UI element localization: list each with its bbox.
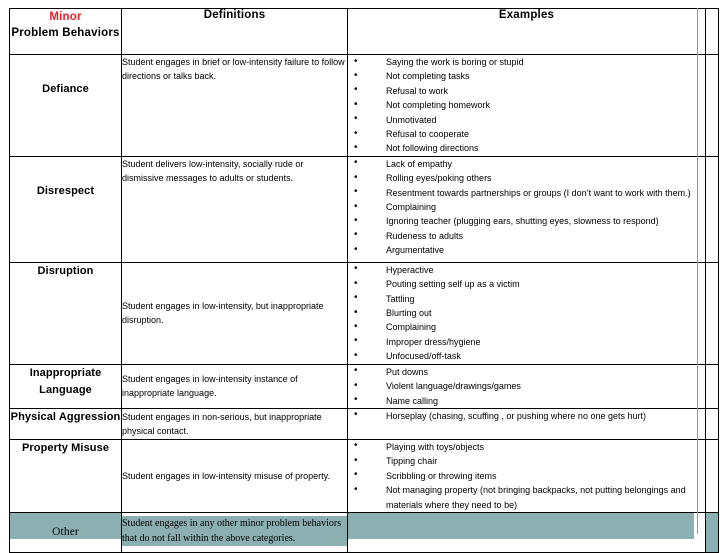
table-row: Defiance Student engages in brief or low…	[9, 54, 719, 157]
list-item: Blurting out	[348, 306, 705, 321]
table-row: Physical Aggression Student engages in n…	[9, 407, 719, 440]
behavior-label-physical-aggression: Physical Aggression	[9, 407, 122, 440]
list-item: Ignoring teacher (plugging ears, shuttin…	[348, 214, 705, 229]
list-item: Lack of empathy	[348, 156, 705, 171]
list-item: Hyperactive	[348, 262, 705, 277]
list-item: Playing with toys/objects	[348, 439, 705, 454]
list-item: Saying the work is boring or stupid	[348, 54, 705, 69]
tail-spacer	[705, 511, 719, 553]
list-item: Complaining	[348, 320, 705, 335]
examples-list: Lack of empathy Rolling eyes/poking othe…	[348, 156, 705, 258]
definition-physical-aggression: Student engages in non-serious, but inap…	[121, 407, 348, 440]
behavior-label-defiance: Defiance	[9, 54, 122, 157]
list-item: Unfocused/off-task	[348, 349, 705, 364]
list-item: Not completing homework	[348, 98, 705, 113]
examples-list: Horseplay (chasing, scuffing , or pushin…	[348, 408, 705, 423]
tail-spacer	[705, 438, 719, 513]
list-item: Resentment towards partnerships or group…	[348, 185, 705, 200]
tail-spacer	[705, 261, 719, 365]
list-item: Refusal to work	[348, 83, 705, 98]
table-body: Defiance Student engages in brief or low…	[9, 54, 719, 553]
definition-disrespect: Student delivers low-intensity, socially…	[121, 155, 348, 263]
table-header-row: Minor Problem Behaviors Definitions Exam…	[9, 8, 719, 55]
examples-disruption: Hyperactive Pouting setting self up as a…	[347, 261, 706, 365]
examples-property-misuse: Playing with toys/objects Tipping chair …	[347, 438, 706, 513]
list-item: Unmotivated	[348, 112, 705, 127]
examples-other	[347, 511, 706, 553]
header-tail-spacer	[705, 8, 719, 55]
list-item: Complaining	[348, 200, 705, 215]
header-problem-behaviors-label: Problem Behaviors	[11, 27, 120, 39]
tail-spacer	[705, 407, 719, 440]
examples-list: Hyperactive Pouting setting self up as a…	[348, 262, 705, 364]
list-item: Rudeness to adults	[348, 228, 705, 243]
behavior-label-disrespect: Disrespect	[9, 155, 122, 263]
list-item: Pouting setting self up as a victim	[348, 277, 705, 292]
header-minor-label: Minor	[49, 11, 82, 23]
examples-defiance: Saying the work is boring or stupid Not …	[347, 54, 706, 157]
examples-physical-aggression: Horseplay (chasing, scuffing , or pushin…	[347, 407, 706, 440]
tail-spacer	[705, 363, 719, 409]
tail-column-divider	[697, 8, 698, 534]
header-definitions: Definitions	[121, 8, 348, 55]
examples-list: Saying the work is boring or stupid Not …	[348, 54, 705, 156]
behavior-label-other: Other	[9, 511, 122, 553]
list-item: Scribbling or throwing items	[348, 468, 705, 483]
list-item: Refusal to cooperate	[348, 127, 705, 142]
list-item: Violent language/drawings/games	[348, 379, 705, 394]
list-item: Tipping chair	[348, 454, 705, 469]
list-item: Tattling	[348, 291, 705, 306]
table-row: Property Misuse Student engages in low-i…	[9, 438, 719, 513]
definition-defiance: Student engages in brief or low-intensit…	[121, 54, 348, 157]
table-row: Inappropriate Language Student engages i…	[9, 363, 719, 409]
tail-spacer	[705, 155, 719, 263]
highlight-band	[348, 512, 694, 539]
list-item: Not managing property (not bringing back…	[348, 483, 705, 512]
behavior-label-disruption: Disruption	[9, 261, 122, 365]
definition-other: Student engages in any other minor probl…	[121, 511, 348, 553]
table-row-other: Other Student engages in any other minor…	[9, 511, 719, 553]
behavior-label-other-text: Other	[52, 525, 79, 538]
list-item: Horseplay (chasing, scuffing , or pushin…	[348, 408, 705, 423]
list-item: Put downs	[348, 364, 705, 379]
table-row: Disruption Student engages in low-intens…	[9, 261, 719, 365]
list-item: Name calling	[348, 393, 705, 408]
header-examples: Examples	[347, 8, 706, 55]
list-item: Not completing tasks	[348, 69, 705, 84]
page-root: Minor Problem Behaviors Definitions Exam…	[0, 0, 720, 553]
matrix: Minor Problem Behaviors Definitions Exam…	[9, 8, 719, 553]
definition-inappropriate-language: Student engages in low-intensity instanc…	[121, 363, 348, 409]
header-problem-behaviors: Minor Problem Behaviors	[9, 8, 122, 55]
tail-spacer	[705, 54, 719, 157]
list-item: Argumentative	[348, 243, 705, 258]
behavior-matrix-table: Minor Problem Behaviors Definitions Exam…	[9, 8, 719, 553]
definition-other-text: Student engages in any other minor probl…	[122, 515, 347, 546]
list-item: Rolling eyes/poking others	[348, 171, 705, 186]
behavior-label-property-misuse: Property Misuse	[9, 438, 122, 513]
examples-inappropriate-language: Put downs Violent language/drawings/game…	[347, 363, 706, 409]
examples-list: Put downs Violent language/drawings/game…	[348, 364, 705, 408]
definition-property-misuse: Student engages in low-intensity misuse …	[121, 438, 348, 513]
behavior-label-inappropriate-language: Inappropriate Language	[9, 363, 122, 409]
examples-list: Playing with toys/objects Tipping chair …	[348, 439, 705, 512]
list-item: Improper dress/hygiene	[348, 334, 705, 349]
definition-disruption: Student engages in low-intensity, but in…	[121, 261, 348, 365]
examples-disrespect: Lack of empathy Rolling eyes/poking othe…	[347, 155, 706, 263]
table-row: Disrespect Student delivers low-intensit…	[9, 155, 719, 263]
list-item: Not following directions	[348, 141, 705, 156]
